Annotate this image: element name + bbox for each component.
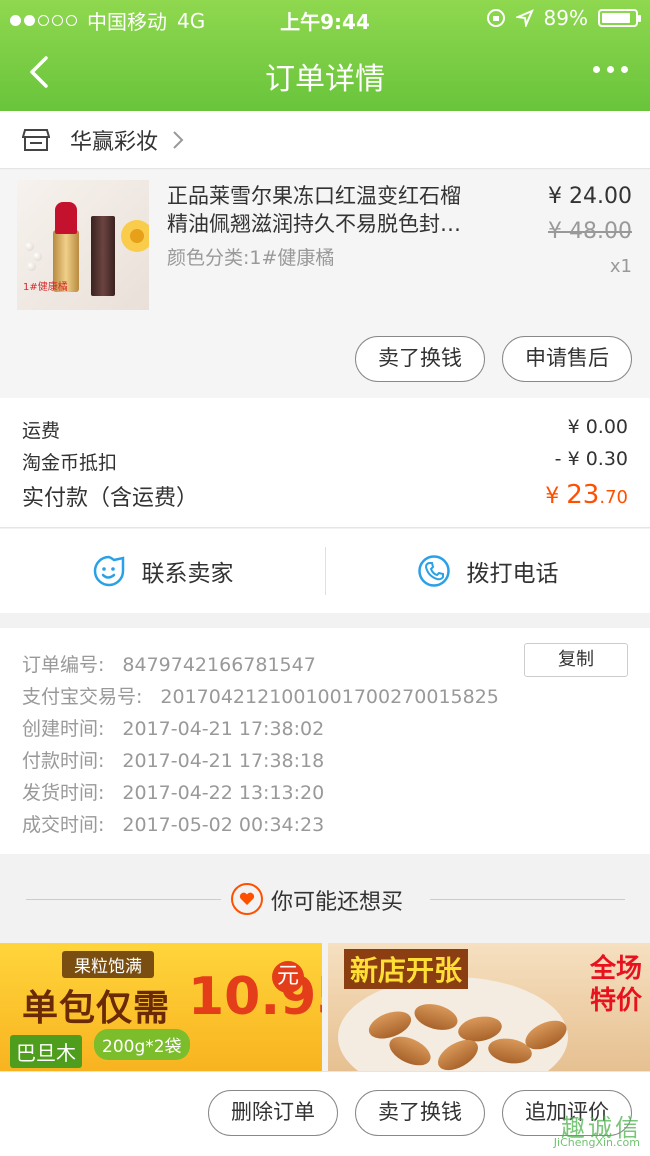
shop-name: 华赢彩妆 [70, 129, 159, 155]
order-item[interactable]: 1#健康橘 正品莱雪尔果冻口红温变红石榴 精油佩翘滋润持久不易脱色封… 颜色分类… [0, 170, 650, 398]
order-info-row: 订单编号: 8479742166781547 [22, 650, 316, 677]
total-row: 实付款（含运费） ¥ 23.70 [22, 480, 628, 512]
chat-face-icon [93, 555, 124, 587]
divider [430, 899, 625, 900]
product-quantity: x1 [609, 256, 632, 277]
nav-bar: 订单详情 [0, 36, 650, 111]
order-info-row: 发货时间: 2017-04-22 13:13:20 [22, 778, 324, 805]
product-title: 正品莱雪尔果冻口红温变红石榴 精油佩翘滋润持久不易脱色封… [167, 182, 497, 238]
banner-badge-line1: 全场 [589, 954, 642, 984]
shipped-time: 2017-04-22 13:13:20 [122, 782, 325, 804]
site-watermark: 趣诚信 JiChengXin.com [524, 1108, 644, 1152]
alipay-trade-number: 2017042121001001700270015825 [160, 686, 499, 708]
created-time: 2017-04-21 17:38:02 [122, 718, 325, 740]
battery-percent: 89% [543, 6, 588, 30]
banner-tag: 果粒饱满 [62, 951, 154, 978]
chevron-right-icon [173, 130, 184, 149]
shipping-label: 运费 [22, 420, 61, 442]
banner-price-unit: 元 [272, 961, 304, 993]
banner-badge-line2: 特价 [589, 986, 642, 1016]
shop-row[interactable]: 华赢彩妆 [0, 111, 650, 169]
contact-bar: 联系卖家 拨打电话 [0, 529, 650, 613]
heart-icon [231, 883, 263, 915]
order-number: 8479742166781547 [122, 654, 316, 676]
total-decimal: .70 [599, 487, 628, 508]
order-info-row: 成交时间: 2017-05-02 00:34:23 [22, 810, 324, 837]
info-label: 订单编号: [22, 654, 105, 676]
rotation-lock-icon [486, 9, 505, 27]
product-thumbnail[interactable]: 1#健康橘 [17, 180, 149, 310]
coin-discount-label: 淘金币抵扣 [22, 452, 118, 474]
contact-seller-button[interactable]: 联系卖家 [0, 529, 325, 613]
shipping-row: 运费 ¥ 0.00 [22, 416, 628, 443]
bottom-action-bar: 删除订单 卖了换钱 追加评价 趣诚信 JiChengXin.com [0, 1071, 650, 1156]
banner-headline: 单包仅需 [22, 988, 171, 1029]
product-title-line1: 正品莱雪尔果冻口红温变红石榴 [167, 184, 461, 208]
promo-banner-new-store[interactable]: 新店开张 全场 特价 [328, 943, 650, 1071]
watermark-url: JiChengXin.com [553, 1136, 640, 1149]
contact-seller-label: 联系卖家 [141, 561, 234, 587]
recommend-header: 你可能还想买 [0, 855, 650, 943]
product-title-line2: 精油佩翘滋润持久不易脱色封… [167, 212, 461, 236]
product-sku: 颜色分类:1#健康橘 [167, 247, 335, 269]
banner-spec: 200g*2袋 [94, 1029, 190, 1060]
banner-brand: 巴旦木 [10, 1035, 82, 1068]
order-info-panel: 复制 订单编号: 8479742166781547 支付宝交易号: 20170421… [0, 628, 650, 854]
recommend-banners: 果粒饱满 单包仅需 10.95 元 巴旦木 200g*2袋 新店开张 全场 特价 [0, 943, 650, 1071]
sell-for-cash-button[interactable]: 卖了换钱 [355, 336, 485, 382]
divider [26, 899, 221, 900]
total-label: 实付款（含运费） [22, 486, 199, 511]
banner-headline: 新店开张 [344, 949, 469, 989]
product-original-price: ¥ 48.00 [548, 219, 632, 244]
delete-order-button[interactable]: 删除订单 [208, 1090, 338, 1136]
coin-discount-value: - ¥ 0.30 [554, 448, 628, 470]
location-arrow-icon [515, 9, 534, 27]
info-label: 创建时间: [22, 718, 105, 740]
top-bar: 中国移动 4G 上午9:44 89% 订单详情 [0, 0, 650, 111]
coin-discount-row: 淘金币抵扣 - ¥ 0.30 [22, 448, 628, 475]
shipping-value: ¥ 0.00 [567, 416, 628, 438]
completed-time: 2017-05-02 00:34:23 [122, 814, 325, 836]
more-options-icon[interactable] [593, 66, 628, 73]
order-info-row: 支付宝交易号: 2017042121001001700270015825 [22, 682, 499, 709]
info-label: 成交时间: [22, 814, 105, 836]
info-label: 付款时间: [22, 750, 105, 772]
total-value: ¥ 23.70 [545, 480, 628, 510]
phone-icon [417, 555, 450, 587]
battery-icon [598, 9, 641, 27]
status-bar: 中国移动 4G 上午9:44 89% [0, 0, 650, 36]
recommend-title: 你可能还想买 [271, 890, 404, 915]
thumbnail-label: 1#健康橘 [23, 282, 68, 293]
banner-badge: 全场 特价 [590, 953, 642, 1017]
call-phone-button[interactable]: 拨打电话 [325, 529, 650, 613]
call-phone-label: 拨打电话 [466, 561, 559, 587]
sell-for-cash-button[interactable]: 卖了换钱 [355, 1090, 485, 1136]
store-icon [22, 128, 50, 151]
promo-banner-almond-price[interactable]: 果粒饱满 单包仅需 10.95 元 巴旦木 200g*2袋 [0, 943, 322, 1071]
order-info-row: 付款时间: 2017-04-21 17:38:18 [22, 746, 324, 773]
total-integer: 23 [566, 480, 600, 510]
product-price: ¥ 24.00 [548, 184, 632, 209]
paid-time: 2017-04-21 17:38:18 [122, 750, 325, 772]
after-sale-button[interactable]: 申请售后 [502, 336, 632, 382]
page-title: 订单详情 [265, 62, 385, 97]
order-info-row: 创建时间: 2017-04-21 17:38:02 [22, 714, 324, 741]
info-label: 发货时间: [22, 782, 105, 804]
copy-button[interactable]: 复制 [524, 643, 628, 677]
total-currency: ¥ [545, 484, 567, 509]
info-label: 支付宝交易号: [22, 686, 143, 708]
cost-summary: 运费 ¥ 0.00 淘金币抵扣 - ¥ 0.30 实付款（含运费） ¥ 23.7… [0, 398, 650, 528]
